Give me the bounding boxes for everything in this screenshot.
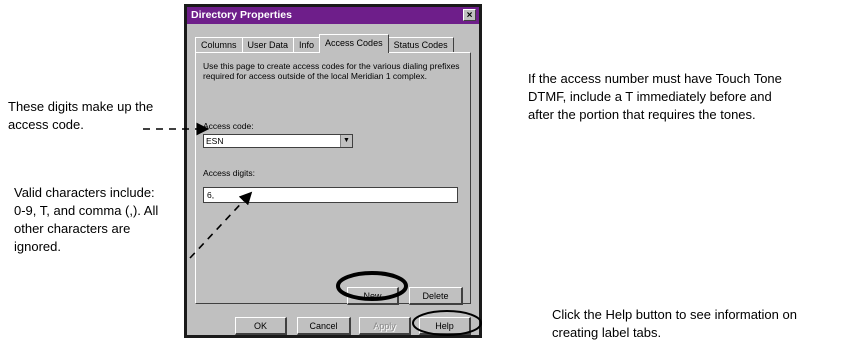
help-button-highlight xyxy=(412,310,482,336)
tab-access-codes[interactable]: Access Codes xyxy=(319,34,389,53)
new-button-highlight xyxy=(336,271,408,301)
access-digits-arrow xyxy=(189,191,253,259)
annotation-overlay xyxy=(143,122,482,336)
